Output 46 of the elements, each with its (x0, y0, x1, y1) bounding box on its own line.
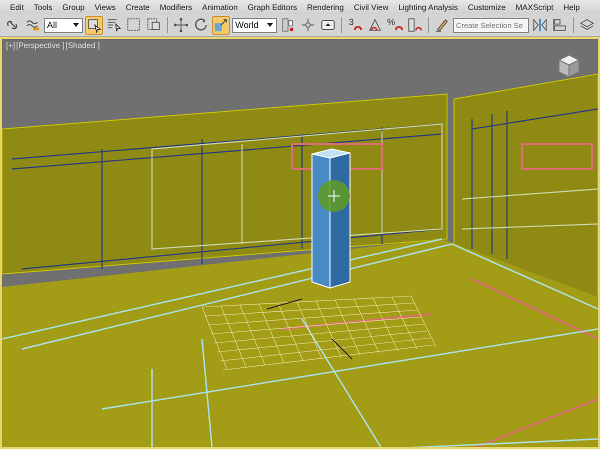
cube-icon[interactable] (556, 53, 582, 79)
angle-magnet-icon (367, 17, 384, 33)
menu-item[interactable]: Create (126, 2, 150, 12)
move-button[interactable] (172, 16, 190, 34)
align-icon (552, 17, 568, 33)
viewport-label[interactable]: [Shaded ] (66, 41, 100, 50)
snap-toggle-button[interactable]: 3 (346, 16, 364, 34)
keyboard-icon (320, 17, 336, 33)
caret-icon (72, 22, 80, 28)
caret-icon (266, 22, 274, 28)
menu-item[interactable]: Customize (468, 2, 506, 12)
magnet-icon (395, 26, 404, 30)
menu-item[interactable]: MAXScript (516, 2, 554, 12)
cursor-box-button[interactable] (85, 16, 104, 34)
dropdown[interactable]: All (44, 18, 84, 32)
magnet-icon (354, 26, 362, 30)
menu-item[interactable]: Edit (10, 2, 24, 12)
layers-icon (579, 17, 596, 33)
mirror-icon (532, 17, 548, 33)
spinner-magnet-button[interactable] (406, 16, 424, 34)
list-cursor-icon (106, 17, 122, 33)
viewport-label[interactable]: [+] (6, 41, 16, 50)
pencil-icon (434, 17, 450, 33)
scale-button[interactable] (212, 16, 230, 34)
menu-item[interactable]: Tools (34, 2, 52, 12)
menu-item[interactable]: Rendering (306, 2, 344, 12)
menu-item[interactable]: Views (94, 2, 116, 12)
overlap-rect-icon (146, 17, 162, 33)
menu-item[interactable]: Civil View (354, 2, 388, 12)
pivot-icon (280, 17, 296, 33)
rotate-icon (193, 17, 210, 33)
viewport-label[interactable]: [Perspective ] (16, 41, 65, 50)
menu-item[interactable]: Help (563, 2, 580, 12)
node-icon (300, 17, 316, 33)
move-icon (173, 17, 190, 33)
spinner-magnet-icon (407, 17, 424, 33)
snap-toggle-button[interactable]: % (386, 16, 404, 34)
menu-item[interactable]: Modifiers (160, 2, 192, 12)
cursor-box-icon (86, 17, 102, 33)
dropdown[interactable]: World (232, 18, 278, 32)
scale-icon (213, 17, 230, 33)
menu-item[interactable]: Lighting Analysis (398, 2, 458, 12)
menu-item[interactable]: Group (62, 2, 85, 12)
menu-item[interactable]: Graph Editors (248, 2, 297, 12)
dashed-rect-icon (126, 17, 142, 33)
menu-item[interactable]: Animation (202, 2, 238, 12)
